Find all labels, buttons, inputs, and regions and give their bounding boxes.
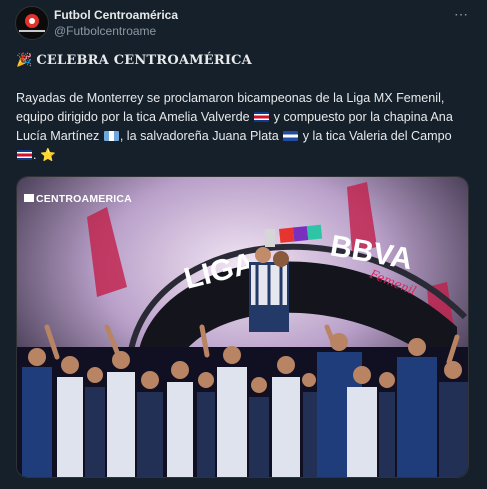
tweet: Futbol Centroamérica @Futbolcentroame ⋯ … <box>0 0 487 489</box>
body-part-4: y la tica Valeria del Campo <box>299 129 452 143</box>
tweet-media-photo[interactable]: LIGA BBVA Femenil CENTROAMERICA <box>16 176 469 478</box>
body-part-3: , la salvadoreña Juana Plata <box>119 129 279 143</box>
watermark-text: CENTROAMERICA <box>36 193 132 205</box>
more-options-icon[interactable]: ⋯ <box>454 6 469 23</box>
star-icon: ⭐ <box>40 148 56 162</box>
body-part-5: . <box>33 148 37 162</box>
account-handle[interactable]: @Futbolcentroame <box>54 24 156 38</box>
media-watermark: CENTROAMERICA <box>24 193 132 205</box>
el-salvador-flag-icon <box>283 131 299 141</box>
watermark-logo-icon <box>24 194 34 202</box>
costa-rica-flag-icon <box>254 112 270 122</box>
tweet-body: Rayadas de Monterrey se proclamaron bica… <box>16 89 471 165</box>
guatemala-flag-icon <box>103 131 119 141</box>
tweet-headline: 🎉 CELEBRA CENTROAMÉRICA <box>16 53 252 68</box>
party-popper-icon: 🎉 <box>16 53 33 68</box>
costa-rica-flag-icon-2 <box>17 150 32 160</box>
logo-wordmark <box>19 30 45 32</box>
headline-text: CELEBRA CENTROAMÉRICA <box>36 53 252 68</box>
logo-ball-icon <box>25 14 39 28</box>
celebration-photo: LIGA BBVA Femenil <box>17 177 468 477</box>
account-avatar[interactable] <box>15 6 49 40</box>
account-name[interactable]: Futbol Centroamérica <box>54 8 178 22</box>
